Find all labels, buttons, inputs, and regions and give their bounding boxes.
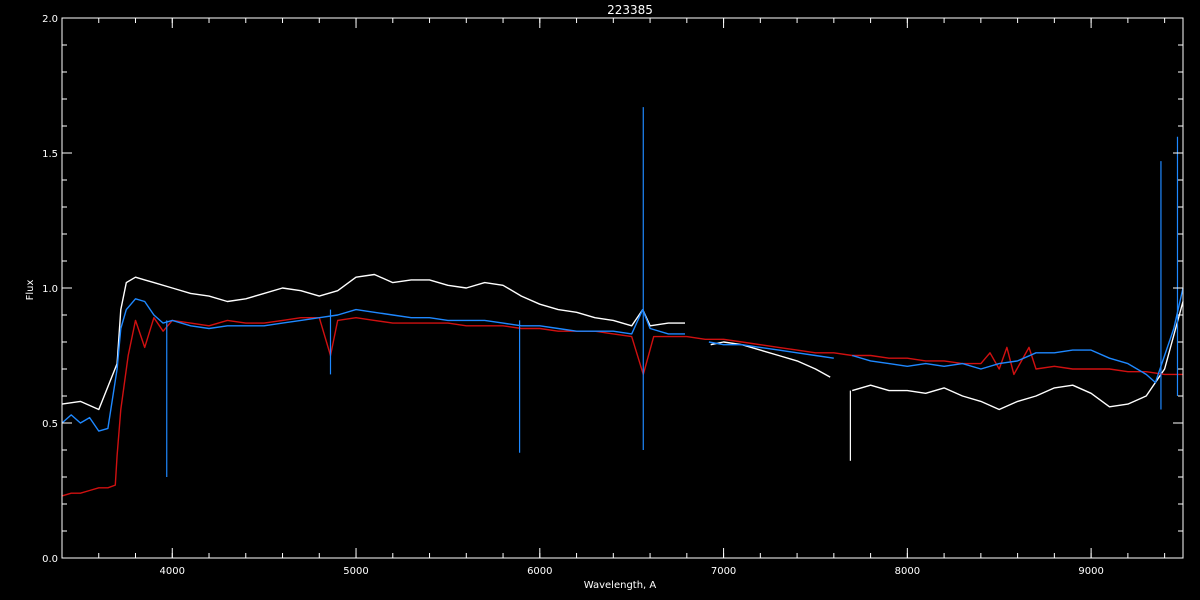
chart-title: 223385 bbox=[607, 3, 653, 17]
y-tick-label: 1.0 bbox=[42, 284, 58, 295]
x-tick-label: 8000 bbox=[895, 566, 920, 577]
x-tick-label: 6000 bbox=[527, 566, 552, 577]
x-axis-label: Wavelength, A bbox=[584, 580, 657, 591]
x-tick-label: 4000 bbox=[160, 566, 185, 577]
spectrum-chart: 4000 5000 6000 7000 8000 90000.00.51.01.52.0 … bbox=[0, 0, 1200, 600]
y-tick-label: 2.0 bbox=[42, 14, 58, 25]
y-tick-label: 0.0 bbox=[42, 554, 58, 565]
chart-background bbox=[0, 0, 1200, 600]
chart-root: 4000 5000 6000 7000 8000 9000 0.0 0.5 1.0 1.5 2.0 … bbox=[0, 0, 1200, 600]
y-tick-label: 0.5 bbox=[42, 419, 58, 430]
x-tick-label: 9000 bbox=[1078, 566, 1103, 577]
y-tick-label: 1.5 bbox=[42, 149, 58, 160]
x-tick-label: 7000 bbox=[711, 566, 736, 577]
y-axis-label: Flux bbox=[25, 280, 36, 301]
x-tick-label: 5000 bbox=[343, 566, 368, 577]
